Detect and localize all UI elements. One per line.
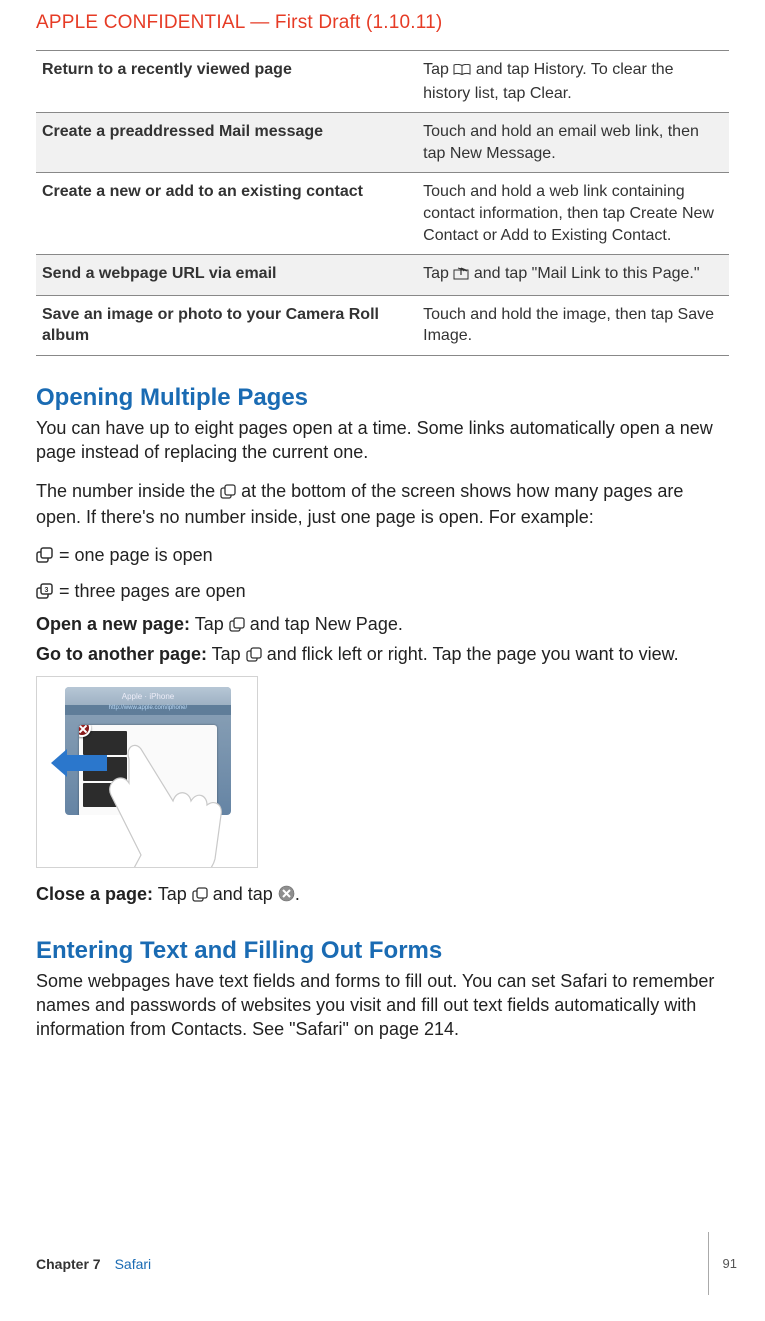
cell-right: Touch and hold the image, then tap Save … xyxy=(417,295,729,355)
forms-heading: Entering Text and Filling Out Forms xyxy=(36,937,729,965)
goto-label: Go to another page: xyxy=(36,644,207,664)
cell-right: Touch and hold a web link containing con… xyxy=(417,173,729,255)
opening-pages-heading: Opening Multiple Pages xyxy=(36,384,729,412)
table-row: Send a webpage URL via email Tap and tap… xyxy=(36,255,729,296)
book-icon xyxy=(453,61,471,83)
forms-p1: Some webpages have text fields and forms… xyxy=(36,969,729,1042)
table-row: Create a new or add to an existing conta… xyxy=(36,173,729,255)
one-page-line: = one page is open xyxy=(36,543,729,569)
page-footer: Chapter 7 Safari 91 xyxy=(0,1232,765,1295)
hand-gesture-icon xyxy=(81,735,258,868)
opening-p1: You can have up to eight pages open at a… xyxy=(36,416,729,465)
table-row: Save an image or photo to your Camera Ro… xyxy=(36,295,729,355)
confidential-banner: APPLE CONFIDENTIAL — First Draft (1.10.1… xyxy=(36,12,729,34)
cell-left: Create a preaddressed Mail message xyxy=(36,113,417,173)
cell-left: Create a new or add to an existing conta… xyxy=(36,173,417,255)
cell-right: Tap and tap History. To clear the histor… xyxy=(417,51,729,113)
three-pages-line: 3 = three pages are open xyxy=(36,579,729,605)
table-row: Return to a recently viewed page Tap and… xyxy=(36,51,729,113)
goto-page-line: Go to another page: Tap and flick left o… xyxy=(36,642,729,668)
close-page-line: Close a page: Tap and tap . xyxy=(36,882,729,908)
cell-left: Save an image or photo to your Camera Ro… xyxy=(36,295,417,355)
pages-icon xyxy=(220,481,236,505)
section-label: Safari xyxy=(115,1256,152,1272)
page-number: 91 xyxy=(708,1232,737,1295)
pages-icon xyxy=(229,614,245,638)
close-label: Close a page: xyxy=(36,884,153,904)
cell-right: Tap and tap "Mail Link to this Page." xyxy=(417,255,729,296)
pages-one-icon xyxy=(36,545,54,569)
share-icon xyxy=(453,265,469,287)
table-row: Create a preaddressed Mail message Touch… xyxy=(36,113,729,173)
pages-three-icon: 3 xyxy=(36,581,54,605)
opening-p2: The number inside the at the bottom of t… xyxy=(36,479,729,530)
cell-left: Send a webpage URL via email xyxy=(36,255,417,296)
pages-icon xyxy=(246,644,262,668)
cell-left: Return to a recently viewed page xyxy=(36,51,417,113)
chapter-label: Chapter 7 xyxy=(36,1256,101,1272)
figure-titlebar: Apple · iPhone xyxy=(65,687,231,705)
figure-url: http://www.apple.com/iphone/ xyxy=(65,705,231,715)
open-page-label: Open a new page: xyxy=(36,614,190,634)
flick-gesture-figure: Apple · iPhone http://www.apple.com/ipho… xyxy=(36,676,258,868)
svg-text:3: 3 xyxy=(45,587,49,594)
actions-table: Return to a recently viewed page Tap and… xyxy=(36,50,729,356)
open-new-page-line: Open a new page: Tap and tap New Page. xyxy=(36,612,729,638)
close-circle-icon xyxy=(278,884,295,908)
pages-icon xyxy=(192,884,208,908)
cell-right: Touch and hold an email web link, then t… xyxy=(417,113,729,173)
